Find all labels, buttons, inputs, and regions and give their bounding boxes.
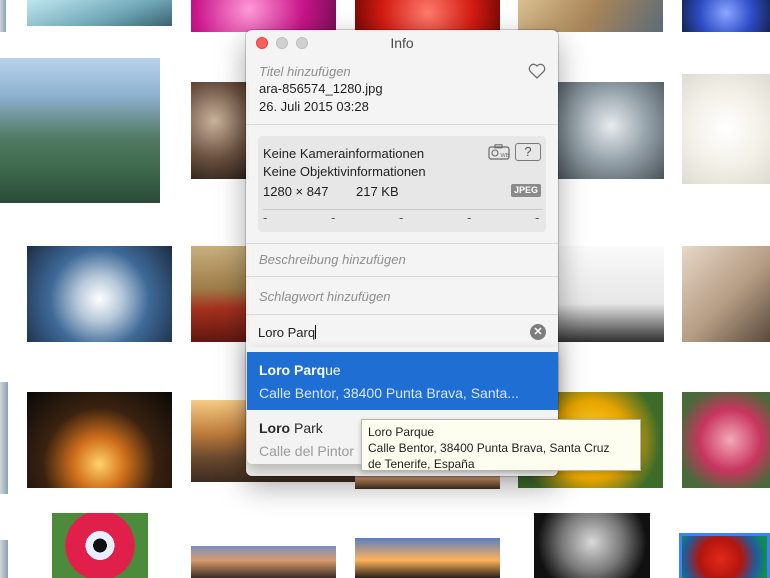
exif-value: - <box>331 210 336 225</box>
divider <box>246 276 558 277</box>
question-icon: ? <box>515 143 541 161</box>
photo-thumbnail[interactable] <box>0 58 160 203</box>
window-title: Info <box>390 35 414 51</box>
suggestion-address: Calle Bentor, 38400 Punta Brava, Santa..… <box>259 385 519 401</box>
photo-thumbnail[interactable] <box>682 246 770 342</box>
camera-wb-icon: WB <box>488 144 510 160</box>
exif-value: - <box>263 210 268 225</box>
description-field[interactable]: Beschreibung hinzufügen <box>259 252 406 267</box>
photo-thumbnail[interactable] <box>27 0 172 26</box>
suggestion-name: Loro Park <box>259 420 323 436</box>
tooltip-title: Loro Parque <box>368 425 435 439</box>
photo-thumbnail[interactable] <box>682 392 770 488</box>
photo-thumbnail[interactable] <box>0 382 8 494</box>
tooltip-line: Calle Bentor, 38400 Punta Brava, Santa C… <box>368 441 610 455</box>
divider <box>246 243 558 244</box>
photo-thumbnail[interactable] <box>191 546 336 578</box>
photo-thumbnail[interactable] <box>534 513 650 578</box>
tooltip-line: de Tenerife, España <box>368 457 475 471</box>
clear-icon[interactable]: ✕ <box>530 324 546 340</box>
exif-value: - <box>535 210 540 225</box>
format-badge: JPEG <box>511 184 542 197</box>
photo-thumbnail[interactable] <box>682 0 770 32</box>
photo-thumbnail[interactable] <box>191 0 336 32</box>
metadata-box: Keine Kamerainformationen Keine Objektiv… <box>258 136 546 232</box>
photo-thumbnail[interactable] <box>355 538 500 578</box>
photo-thumbnail[interactable] <box>682 74 770 184</box>
location-text: Loro Parq <box>258 325 316 340</box>
photo-thumbnail[interactable] <box>558 246 664 342</box>
title-field[interactable]: Titel hinzufügen <box>259 64 351 79</box>
suggestion-address: Calle del Pintor <box>259 443 354 459</box>
photo-thumbnail[interactable] <box>27 246 172 342</box>
divider <box>246 314 558 315</box>
camera-info: Keine Kamerainformationen <box>263 146 425 161</box>
svg-text:WB: WB <box>501 153 510 159</box>
file-name: ara-856574_1280.jpg <box>259 81 383 96</box>
exif-value: - <box>467 210 472 225</box>
photo-thumbnail[interactable] <box>0 540 8 578</box>
lens-info: Keine Objektivinformationen <box>263 164 426 179</box>
photo-thumbnail-selected[interactable] <box>679 533 770 578</box>
capture-date: 26. Juli 2015 03:28 <box>259 99 369 114</box>
photo-thumbnail[interactable] <box>0 0 6 32</box>
heart-icon[interactable] <box>528 63 546 79</box>
file-size: 217 KB <box>356 184 399 199</box>
suggestion-name: Loro Parque <box>259 362 341 378</box>
photo-thumbnail[interactable] <box>27 392 172 488</box>
photo-thumbnail[interactable] <box>558 82 664 179</box>
image-dimensions: 1280 × 847 <box>263 184 329 199</box>
suggestion-item-selected[interactable]: Loro Parque Calle Bentor, 38400 Punta Br… <box>247 352 558 410</box>
photo-thumbnail[interactable] <box>355 0 500 32</box>
location-field[interactable]: Loro Parq <box>258 325 317 340</box>
photo-thumbnail[interactable] <box>52 513 148 578</box>
photo-thumbnail[interactable] <box>191 246 249 342</box>
divider <box>246 124 558 125</box>
photo-thumbnail[interactable] <box>518 0 663 32</box>
suggestion-tooltip: Loro Parque Calle Bentor, 38400 Punta Br… <box>361 419 641 471</box>
text-caret <box>315 325 317 339</box>
photo-thumbnail[interactable] <box>191 82 249 179</box>
exif-value: - <box>399 210 404 225</box>
keyword-field[interactable]: Schlagwort hinzufügen <box>259 289 391 304</box>
